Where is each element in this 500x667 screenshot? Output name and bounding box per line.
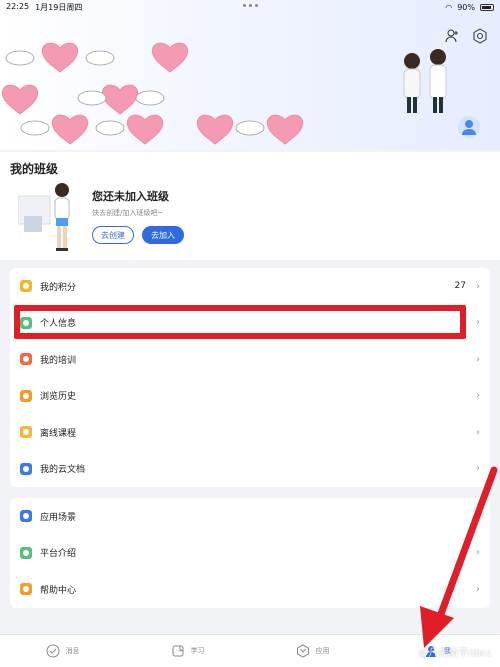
tab-study[interactable]: 学习 <box>125 635 250 667</box>
heart-wings-decoration <box>2 42 303 145</box>
menu-item-scene[interactable]: 应用场景 › <box>10 498 490 535</box>
create-class-button[interactable]: 去创建 <box>92 226 134 244</box>
menu-item-offline-course[interactable]: 离线课程 › <box>10 414 490 451</box>
training-icon <box>20 353 32 366</box>
cloud-doc-icon <box>20 462 32 475</box>
menu-item-label: 离线课程 <box>40 428 77 439</box>
menu-item-cloud-doc[interactable]: 我的云文档 › <box>10 451 490 488</box>
highlight-box <box>14 305 466 339</box>
menu-item-training[interactable]: 我的培训 › <box>10 341 490 378</box>
class-card: 您还未加入班级 快去创建/加入班级吧~ 去创建 去加入 <box>10 178 490 256</box>
user-avatar[interactable] <box>458 116 480 138</box>
chevron-right-icon: › <box>476 280 480 292</box>
battery-icon <box>480 3 494 11</box>
settings-gear-icon[interactable] <box>472 28 488 44</box>
my-class-section: 我的班级 您还未加入班级 快去创建/加入班级吧~ 去创建 去加入 <box>0 152 500 260</box>
profile-banner <box>0 0 500 150</box>
my-class-title: 我的班级 <box>10 162 59 176</box>
class-status-text: 您还未加入班级 <box>92 190 169 203</box>
menu-item-points[interactable]: 我的积分 27 › <box>10 268 490 305</box>
teacher-illustration <box>18 183 70 251</box>
multitask-dots[interactable] <box>243 4 258 7</box>
message-icon <box>46 644 59 658</box>
menu-item-label: 我的云文档 <box>40 465 86 476</box>
menu-group-help: 应用场景 › 平台介绍 › 帮助中心 › <box>10 498 490 608</box>
menu-item-intro[interactable]: 平台介绍 › <box>10 535 490 572</box>
menu-group-account: 我的积分 27 › 个人信息 › 我的培训 › 浏览历史 › 离线课程 › 我的… <box>10 268 490 487</box>
tab-label: 学习 <box>190 647 205 655</box>
menu-item-history[interactable]: 浏览历史 › <box>10 378 490 415</box>
menu-item-label: 帮助中心 <box>40 585 77 596</box>
battery-percent: 90% <box>457 2 475 12</box>
offline-course-icon <box>20 426 32 439</box>
watermark: @凡夫俗子nbcc <box>418 648 492 659</box>
scene-icon <box>20 510 32 523</box>
chevron-right-icon: › <box>476 463 480 475</box>
chevron-right-icon: › <box>476 353 480 365</box>
points-icon <box>20 280 32 293</box>
menu-item-label: 应用场景 <box>40 512 77 523</box>
menu-item-label: 平台介绍 <box>40 549 77 560</box>
tab-apps[interactable]: 应用 <box>250 635 375 667</box>
chevron-right-icon: › <box>476 583 480 595</box>
menu-item-label: 我的培训 <box>40 355 77 366</box>
apps-icon <box>296 644 309 658</box>
class-hint-text: 快去创建/加入班级吧~ <box>92 209 164 217</box>
history-icon <box>20 389 32 402</box>
points-value: 27 <box>454 281 466 292</box>
chevron-right-icon: › <box>476 317 480 329</box>
status-date: 1月19日周四 <box>35 2 83 12</box>
add-friend-icon[interactable] <box>444 28 460 44</box>
menu-item-label: 浏览历史 <box>40 392 77 403</box>
status-time: 22:25 <box>6 1 30 11</box>
help-icon <box>20 583 32 596</box>
tab-label: 应用 <box>315 647 330 655</box>
intro-icon <box>20 546 32 559</box>
menu-item-label: 我的积分 <box>40 282 77 293</box>
status-bar: 22:25 1月19日周四 ◠ 90% <box>0 0 500 14</box>
join-class-button[interactable]: 去加入 <box>142 226 184 244</box>
chevron-right-icon: › <box>476 510 480 522</box>
menu-item-help[interactable]: 帮助中心 › <box>10 571 490 608</box>
study-icon <box>172 645 183 657</box>
chevron-right-icon: › <box>476 547 480 559</box>
chevron-right-icon: › <box>476 426 480 438</box>
wifi-icon: ◠ <box>445 2 453 12</box>
chevron-right-icon: › <box>476 390 480 402</box>
tab-message[interactable]: 消息 <box>0 635 125 667</box>
couple-illustration <box>403 49 447 113</box>
tab-label: 消息 <box>65 647 80 655</box>
